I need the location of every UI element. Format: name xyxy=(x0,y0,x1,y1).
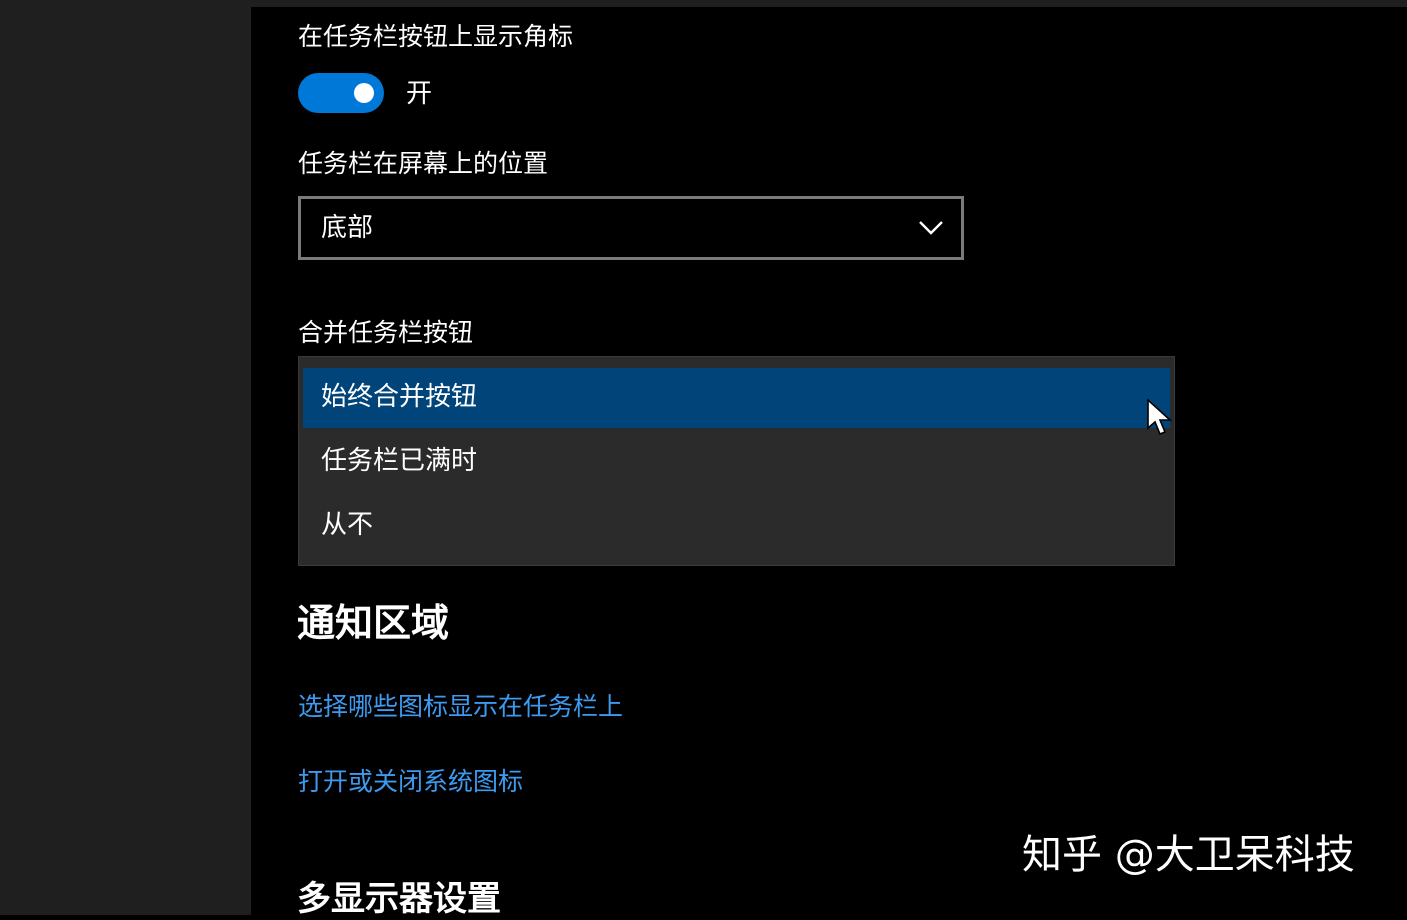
badges-label: 在任务栏按钮上显示角标 xyxy=(298,22,574,51)
combine-option-always[interactable]: 始终合并按钮 xyxy=(303,368,1170,428)
mouse-pointer-icon xyxy=(1147,398,1173,436)
position-select-value: 底部 xyxy=(321,213,374,243)
zhihu-watermark: 知乎 @大卫呆科技 xyxy=(1022,832,1355,878)
option-label: 从不 xyxy=(321,510,374,540)
position-label: 任务栏在屏幕上的位置 xyxy=(298,149,549,178)
combine-option-when-full[interactable]: 任务栏已满时 xyxy=(303,432,1170,492)
badges-toggle[interactable] xyxy=(298,73,384,113)
select-taskbar-icons-link[interactable]: 选择哪些图标显示在任务栏上 xyxy=(298,692,623,722)
combine-option-never[interactable]: 从不 xyxy=(303,496,1170,556)
badges-toggle-state: 开 xyxy=(406,79,433,109)
position-select[interactable]: 底部 xyxy=(298,196,964,260)
chevron-down-icon xyxy=(919,221,943,235)
combine-dropdown-list: 始终合并按钮 任务栏已满时 从不 xyxy=(298,356,1175,566)
multi-display-title: 多显示器设置 xyxy=(297,879,501,919)
option-label: 任务栏已满时 xyxy=(321,446,478,476)
option-label: 始终合并按钮 xyxy=(321,382,478,412)
notification-area-title: 通知区域 xyxy=(297,601,450,645)
settings-nav-pane xyxy=(0,0,251,915)
combine-label: 合并任务栏按钮 xyxy=(298,318,474,347)
toggle-knob xyxy=(354,83,374,103)
system-icons-link[interactable]: 打开或关闭系统图标 xyxy=(298,767,523,797)
